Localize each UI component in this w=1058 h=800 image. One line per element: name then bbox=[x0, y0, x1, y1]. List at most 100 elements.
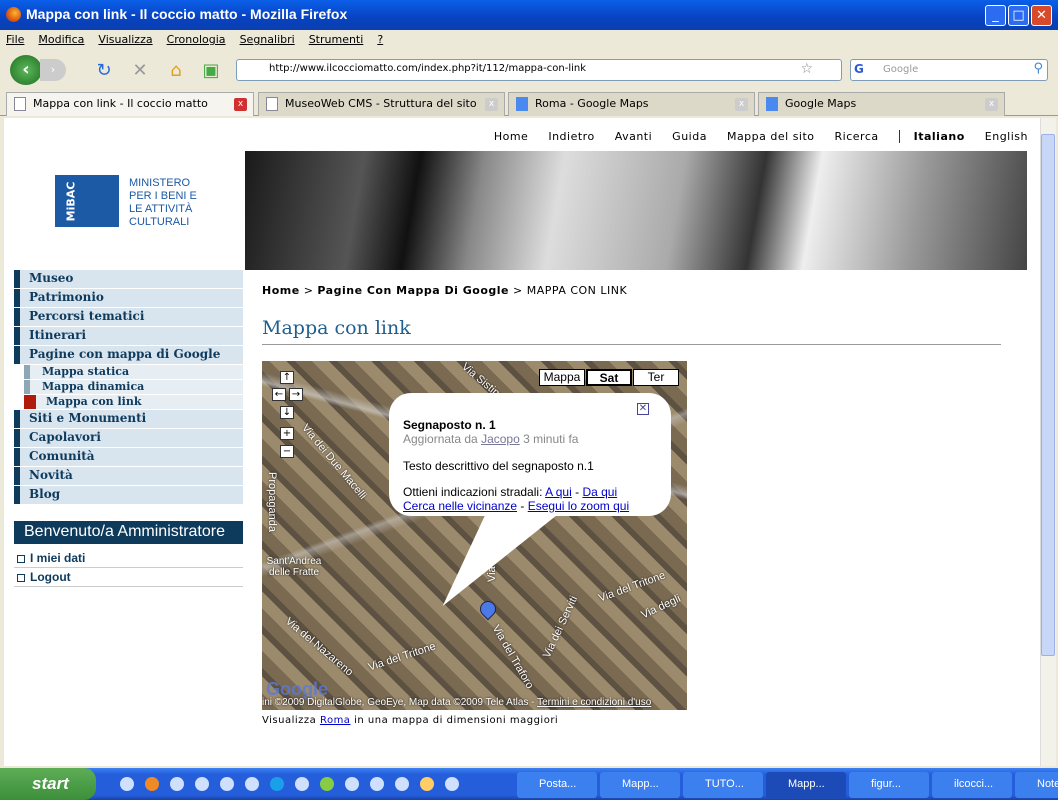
link-english[interactable]: English bbox=[985, 130, 1028, 143]
maximize-button[interactable]: □ bbox=[1008, 5, 1029, 26]
subnav-mappa-dinamica[interactable]: Mappa dinamica bbox=[24, 380, 243, 394]
stop-icon[interactable]: ✕ bbox=[129, 60, 151, 81]
link-indietro[interactable]: Indietro bbox=[548, 130, 594, 143]
quicklaunch-icon[interactable] bbox=[370, 777, 384, 791]
taskbar-item[interactable]: ilcocci... bbox=[932, 772, 1012, 798]
zoom-here-link[interactable]: Esegui lo zoom qui bbox=[528, 499, 629, 513]
quicklaunch-icon[interactable] bbox=[320, 777, 334, 791]
subnav-mappa-con-link[interactable]: Mappa con link bbox=[24, 395, 243, 409]
nav-capolavori[interactable]: Capolavori bbox=[14, 429, 243, 447]
google-map[interactable]: ↑ ← → ↓ + − Mappa Sat Ter Via Sistina Vi… bbox=[262, 361, 687, 710]
tab-mappa-con-link[interactable]: Mappa con link - Il coccio matto x bbox=[6, 92, 254, 116]
firefox-icon bbox=[6, 7, 21, 22]
taskbar-item[interactable]: TUTO... bbox=[683, 772, 763, 798]
subnav-mappa-statica[interactable]: Mappa statica bbox=[24, 365, 243, 379]
close-tab-icon[interactable]: x bbox=[735, 98, 748, 111]
close-info-window-icon[interactable]: ✕ bbox=[637, 403, 649, 415]
reload-icon[interactable]: ↻ bbox=[93, 60, 115, 81]
mibac-logo[interactable]: MiBAC bbox=[55, 175, 119, 227]
forward-button[interactable]: › bbox=[40, 59, 66, 81]
link-home[interactable]: Home bbox=[494, 130, 528, 143]
new-tab-icon[interactable]: ▣ bbox=[200, 60, 222, 81]
pan-down-button[interactable]: ↓ bbox=[280, 406, 294, 419]
zoom-in-button[interactable]: + bbox=[280, 427, 294, 440]
taskbar-item[interactable]: figur... bbox=[849, 772, 929, 798]
pan-right-button[interactable]: → bbox=[289, 388, 303, 401]
zoom-out-button[interactable]: − bbox=[280, 445, 294, 458]
quicklaunch-icon[interactable] bbox=[445, 777, 459, 791]
link-mappa-sito[interactable]: Mappa del sito bbox=[727, 130, 815, 143]
notepad-icon[interactable] bbox=[420, 777, 434, 791]
quicklaunch-icon[interactable] bbox=[395, 777, 409, 791]
directions-from-here-link[interactable]: Da qui bbox=[582, 485, 617, 499]
link-avanti[interactable]: Avanti bbox=[615, 130, 652, 143]
nav-patrimonio[interactable]: Patrimonio bbox=[14, 289, 243, 307]
tab-roma-google-maps[interactable]: Roma - Google Maps x bbox=[508, 92, 755, 116]
breadcrumb-section[interactable]: Pagine Con Mappa Di Google bbox=[317, 284, 509, 297]
nav-blog[interactable]: Blog bbox=[14, 486, 243, 504]
close-tab-icon[interactable]: x bbox=[985, 98, 998, 111]
quicklaunch-icon[interactable] bbox=[295, 777, 309, 791]
back-button[interactable]: ‹ bbox=[10, 55, 42, 85]
minimize-button[interactable]: _ bbox=[985, 5, 1006, 26]
bookmark-star-icon[interactable]: ☆ bbox=[800, 61, 813, 77]
menu-file[interactable]: File bbox=[6, 33, 24, 46]
tab-google-maps[interactable]: Google Maps x bbox=[758, 92, 1005, 116]
author-link[interactable]: Jacopo bbox=[481, 432, 520, 446]
pan-up-button[interactable]: ↑ bbox=[280, 371, 294, 384]
quicklaunch-icon[interactable] bbox=[170, 777, 184, 791]
close-window-button[interactable]: ✕ bbox=[1031, 5, 1052, 26]
taskbar-item[interactable]: Posta... bbox=[517, 772, 597, 798]
nav-novita[interactable]: Novità bbox=[14, 467, 243, 485]
map-caption: Visualizza Roma in una mappa di dimensio… bbox=[262, 715, 559, 726]
nav-itinerari[interactable]: Itinerari bbox=[14, 327, 243, 345]
close-tab-icon[interactable]: x bbox=[234, 98, 247, 111]
map-type-mappa[interactable]: Mappa bbox=[539, 369, 585, 386]
menu-visualizza[interactable]: Visualizza bbox=[98, 33, 152, 46]
roma-map-link[interactable]: Roma bbox=[320, 715, 351, 726]
nav-museo[interactable]: Museo bbox=[14, 270, 243, 288]
street-label: Propaganda bbox=[265, 472, 278, 532]
menu-segnalibri[interactable]: Segnalibri bbox=[240, 33, 295, 46]
firefox-quicklaunch-icon[interactable] bbox=[145, 777, 159, 791]
scrollbar-thumb[interactable] bbox=[1041, 134, 1055, 656]
ie-icon[interactable] bbox=[120, 777, 134, 791]
taskbar-item[interactable]: Mapp... bbox=[600, 772, 680, 798]
nav-siti-monumenti[interactable]: Siti e Monumenti bbox=[14, 410, 243, 428]
terms-link[interactable]: Termini e condizioni d'uso bbox=[537, 697, 651, 708]
map-type-sat[interactable]: Sat bbox=[586, 369, 632, 386]
title-divider bbox=[262, 344, 1001, 345]
url-bar[interactable]: http://www.ilcocciomatto.com/index.php?i… bbox=[236, 59, 842, 81]
map-type-ter[interactable]: Ter bbox=[633, 369, 679, 386]
quicklaunch-icon[interactable] bbox=[245, 777, 259, 791]
quicklaunch-icon[interactable] bbox=[345, 777, 359, 791]
pan-left-button[interactable]: ← bbox=[272, 388, 286, 401]
taskbar-item[interactable]: Note bbox=[1015, 772, 1058, 798]
search-input[interactable]: G Google ⚲ bbox=[850, 59, 1048, 81]
link-ricerca[interactable]: Ricerca bbox=[835, 130, 879, 143]
link-italiano[interactable]: Italiano bbox=[898, 130, 965, 143]
search-nearby-link[interactable]: Cerca nelle vicinanze bbox=[403, 499, 517, 513]
skype-icon[interactable] bbox=[270, 777, 284, 791]
directions-to-here-link[interactable]: A qui bbox=[545, 485, 572, 499]
close-tab-icon[interactable]: x bbox=[485, 98, 498, 111]
nav-comunita[interactable]: Comunità bbox=[14, 448, 243, 466]
quicklaunch-icon[interactable] bbox=[195, 777, 209, 791]
taskbar-item-active[interactable]: Mapp... bbox=[766, 772, 846, 798]
tab-museoweb[interactable]: MuseoWeb CMS - Struttura del sito x bbox=[258, 92, 505, 116]
link-miei-dati[interactable]: I miei dati bbox=[14, 549, 243, 568]
home-icon[interactable]: ⌂ bbox=[165, 60, 187, 81]
nav-pagine-mappa-google[interactable]: Pagine con mappa di Google bbox=[14, 346, 243, 364]
nav-percorsi-tematici[interactable]: Percorsi tematici bbox=[14, 308, 243, 326]
link-guida[interactable]: Guida bbox=[672, 130, 707, 143]
start-button[interactable]: start bbox=[0, 768, 96, 800]
menu-help[interactable]: ? bbox=[377, 33, 383, 46]
quicklaunch-icon[interactable] bbox=[220, 777, 234, 791]
link-logout[interactable]: Logout bbox=[14, 568, 243, 587]
breadcrumb-home[interactable]: Home bbox=[262, 284, 300, 297]
menu-strumenti[interactable]: Strumenti bbox=[309, 33, 364, 46]
menu-cronologia[interactable]: Cronologia bbox=[167, 33, 226, 46]
google-engine-icon[interactable]: G bbox=[854, 62, 864, 76]
menu-modifica[interactable]: Modifica bbox=[38, 33, 84, 46]
search-icon[interactable]: ⚲ bbox=[1033, 61, 1043, 76]
